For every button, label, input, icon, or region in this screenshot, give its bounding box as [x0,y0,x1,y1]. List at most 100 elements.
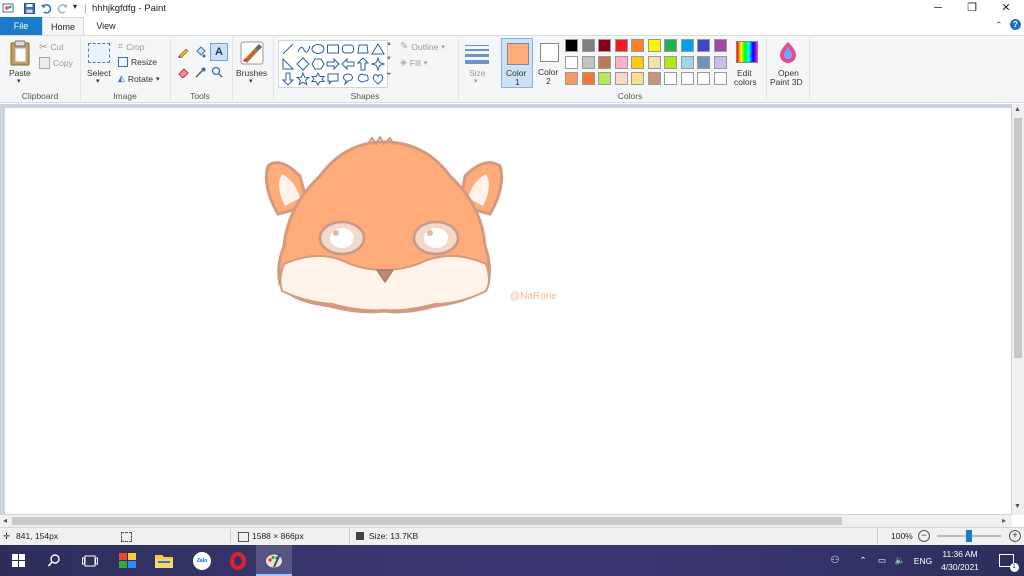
color-swatch[interactable] [647,55,661,69]
brushes-button[interactable]: Brushes ▾ [236,40,268,88]
size-button[interactable]: Size ▾ [463,40,491,88]
file-explorer-icon[interactable] [146,545,182,576]
color-swatch[interactable] [631,72,644,85]
horizontal-scrollbar[interactable]: ◂ ▸ [0,515,1012,527]
paste-button[interactable]: Paste ▾ [6,40,34,88]
eraser-icon[interactable] [176,65,190,79]
fill-bucket-icon[interactable] [193,45,207,59]
shape-option-icon[interactable] [343,73,353,86]
shape-option-icon[interactable] [326,57,340,71]
shape-option-icon[interactable] [357,73,369,83]
shape-option-icon[interactable] [342,44,354,54]
color-swatch[interactable] [697,39,710,52]
shapes-scroll-up-icon[interactable]: ▲ [386,41,394,54]
rotate-button[interactable]: ◭ Rotate ▾ [118,73,159,84]
shape-option-icon[interactable] [282,57,295,70]
minimize-button[interactable]: ─ [921,0,955,17]
cut-button[interactable]: ✂ Cut [39,41,64,53]
color-swatch[interactable] [581,55,595,69]
color-swatch[interactable] [697,55,710,69]
color-swatch[interactable] [647,39,661,52]
people-icon[interactable]: ⚇ [820,545,850,576]
copy-button[interactable]: Copy [39,57,73,69]
color-swatch[interactable] [614,55,628,69]
shape-option-icon[interactable] [327,73,339,85]
color-swatch[interactable] [565,39,578,52]
color-swatch[interactable] [614,39,628,52]
shape-option-icon[interactable] [357,44,369,54]
color1-button[interactable]: Color 1 [501,38,533,88]
resize-button[interactable]: Resize [118,57,157,67]
crop-button[interactable]: ⌗ Crop [118,41,145,52]
color-swatch[interactable] [680,72,694,85]
collapse-ribbon-icon[interactable]: ⌃ [995,20,1003,31]
scroll-right-arrow-icon[interactable]: ▸ [1002,516,1006,525]
shape-option-icon[interactable] [281,72,295,86]
edit-colors-button[interactable]: Edit colors [731,40,761,88]
redo-icon[interactable] [57,2,69,14]
opera-icon[interactable] [220,545,256,576]
color-swatch[interactable] [631,55,644,69]
tab-home[interactable]: Home [42,17,84,35]
select-button[interactable]: Select ▾ [85,40,113,88]
color-swatch[interactable] [598,39,611,52]
color-swatch[interactable] [713,55,727,69]
color-swatch[interactable] [598,72,611,85]
color-swatch[interactable] [565,72,578,85]
color-swatch[interactable] [664,39,677,52]
shapes-expand-icon[interactable]: ⏷ [386,71,394,84]
color-swatch[interactable] [647,72,661,85]
color-swatch[interactable] [664,55,677,69]
paint-app-icon[interactable] [2,2,14,14]
drawing-canvas[interactable]: @NaRone [5,108,1011,514]
fill-button[interactable]: ◈ Fill ▾ [400,57,427,68]
color-swatch[interactable] [598,55,611,69]
color-swatch[interactable] [664,72,677,85]
scroll-down-arrow-icon[interactable]: ▼ [1014,503,1021,510]
zoom-in-button[interactable]: + [1009,530,1021,542]
shape-option-icon[interactable] [310,71,326,87]
color-swatch[interactable] [614,72,628,85]
color-swatch[interactable] [581,72,595,85]
color-swatch[interactable] [713,72,727,85]
shape-option-icon[interactable] [296,57,310,71]
paint-taskbar-icon[interactable] [256,545,292,576]
shape-option-icon[interactable] [341,57,355,71]
notification-center-icon[interactable]: 1 [988,545,1024,576]
shape-option-icon[interactable] [370,56,386,72]
zalo-icon[interactable]: Zalo [184,545,220,576]
battery-icon[interactable]: ▭ [873,545,891,576]
shape-option-icon[interactable] [356,57,370,71]
shape-option-icon[interactable] [327,44,339,54]
palette-app-icon[interactable] [110,545,146,576]
magnifier-icon[interactable] [210,65,224,79]
color-swatch[interactable] [697,72,710,85]
shape-option-icon[interactable] [372,74,384,85]
volume-icon[interactable]: 🔈 [891,545,909,576]
pencil-icon[interactable] [176,45,190,59]
search-icon[interactable] [36,545,72,576]
maximize-button[interactable]: ❐ [955,0,989,17]
input-language[interactable]: ENG [909,545,937,576]
tab-view[interactable]: View [86,17,126,35]
outline-button[interactable]: ✎ Outline ▾ [400,41,445,52]
close-button[interactable]: ✕ [989,0,1023,17]
shapes-gallery[interactable] [278,40,388,88]
scroll-up-arrow-icon[interactable]: ▲ [1014,106,1021,113]
color2-button[interactable]: Color 2 [535,38,563,88]
shape-option-icon[interactable] [371,43,385,55]
color-swatch[interactable] [713,39,727,52]
vertical-scrollbar[interactable]: ▲ ▼ [1012,104,1024,515]
color-picker-icon[interactable] [193,65,207,79]
color-swatch[interactable] [680,55,694,69]
color-swatch[interactable] [631,39,644,52]
open-paint3d-button[interactable]: Open Paint 3D [769,40,807,88]
shape-option-icon[interactable] [282,43,294,55]
color-swatch[interactable] [581,39,595,52]
task-view-icon[interactable] [72,545,108,576]
customize-quick-access-icon[interactable]: ▾ [73,2,77,11]
save-icon[interactable] [24,3,35,14]
shape-option-icon[interactable] [295,71,311,86]
shape-option-icon[interactable] [311,58,325,70]
zoom-slider-thumb[interactable] [966,530,972,542]
